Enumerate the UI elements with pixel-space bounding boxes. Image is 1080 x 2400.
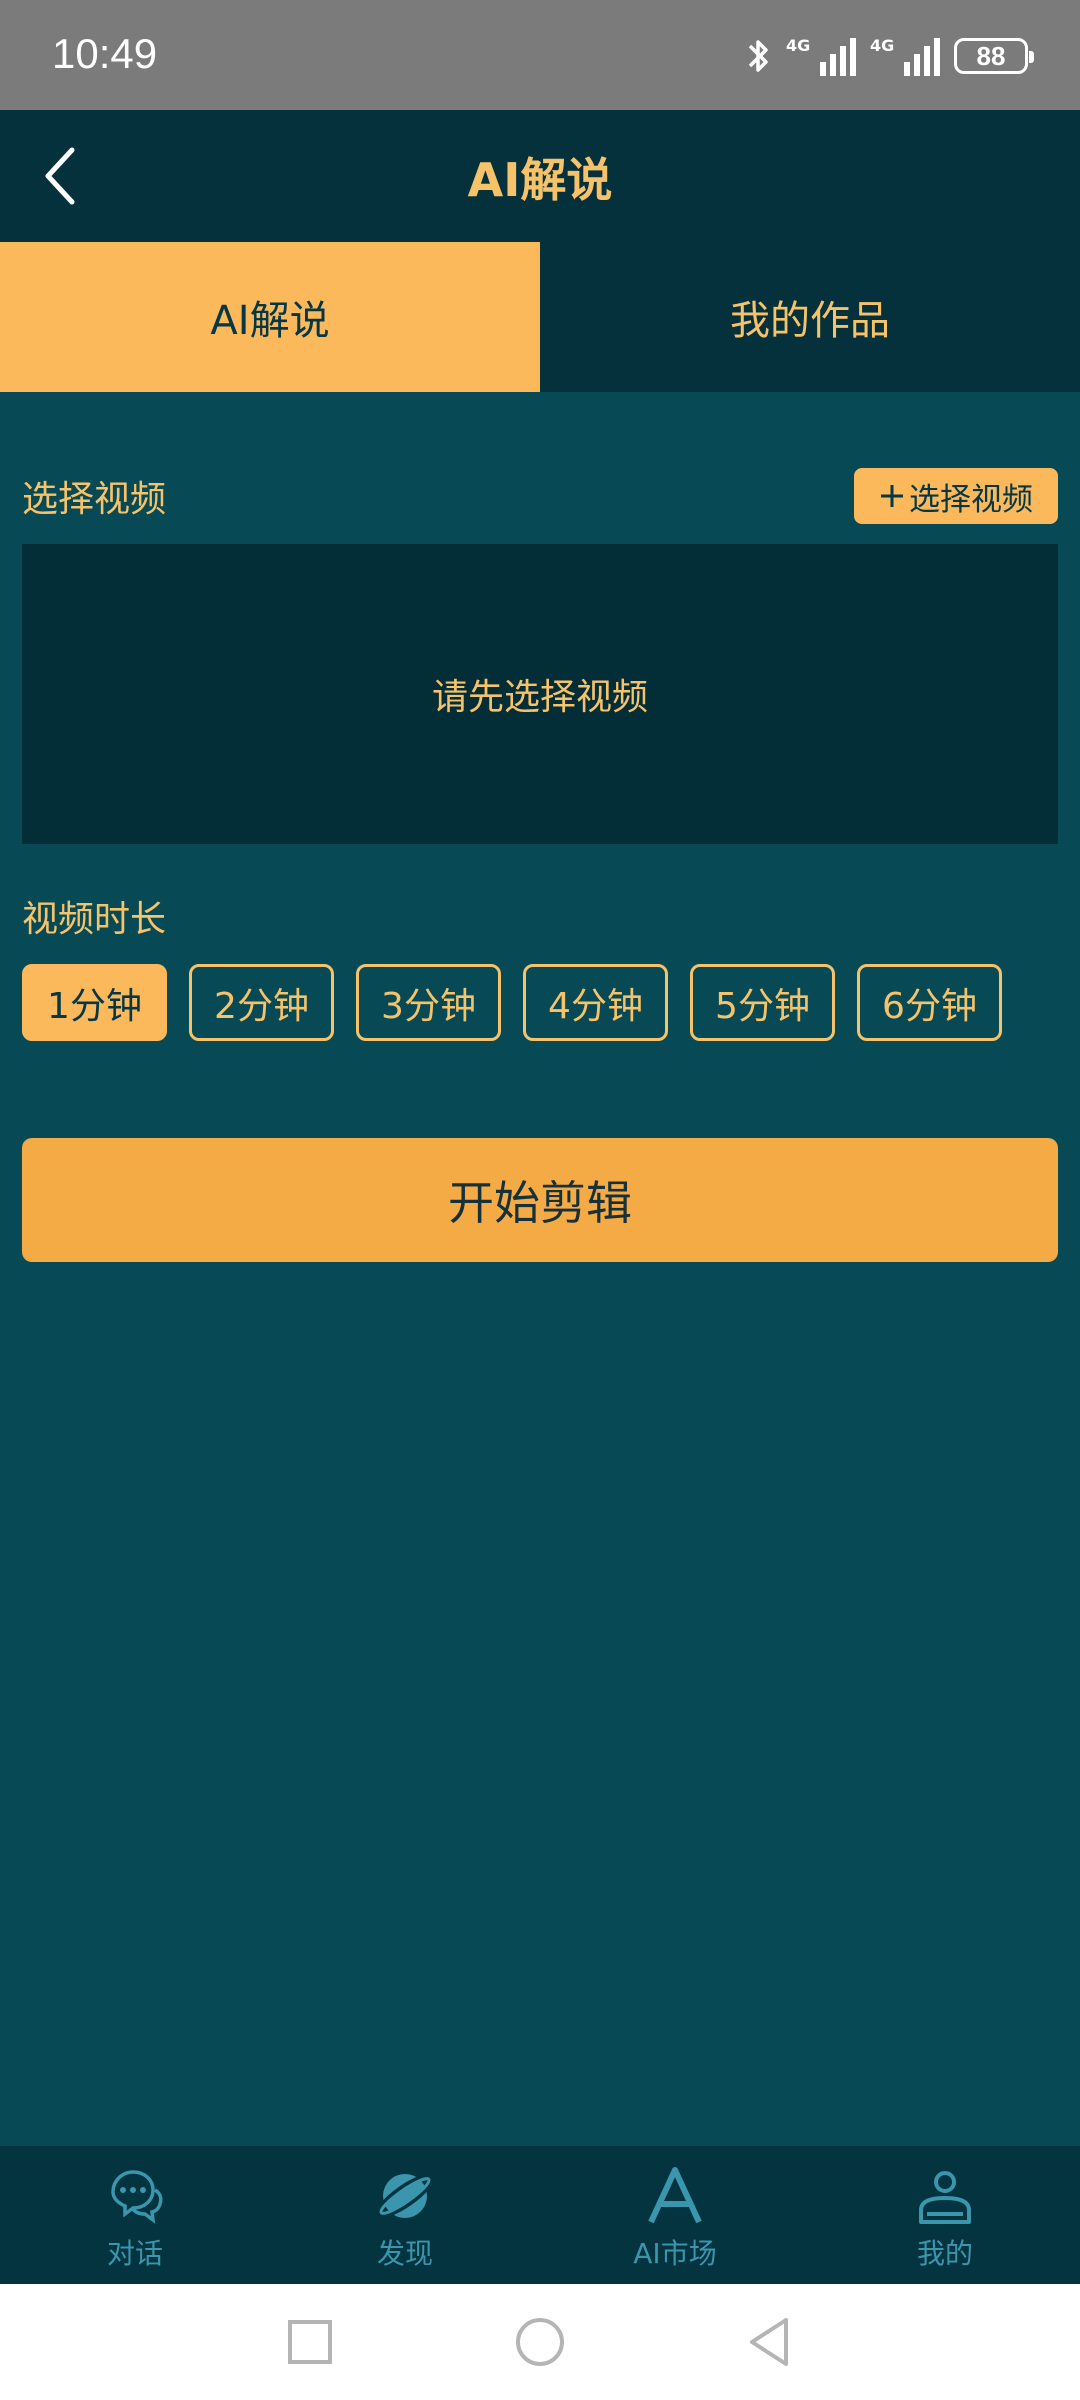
- signal-label: 4G: [870, 36, 895, 55]
- home-icon[interactable]: [512, 2314, 568, 2370]
- app-header: AI解说: [0, 110, 1080, 242]
- select-video-label: 选择视频: [22, 479, 167, 520]
- bottom-nav: 对话 发现 AI市场 我的: [0, 2146, 1080, 2284]
- duration-option-3min[interactable]: 3分钟: [356, 964, 501, 1041]
- nav-label: AI市场: [633, 2237, 717, 2270]
- select-video-button-label: 选择视频: [909, 481, 1033, 518]
- back-nav-icon[interactable]: [742, 2314, 798, 2370]
- person-icon: [919, 2171, 971, 2224]
- duration-option-6min[interactable]: 6分钟: [857, 964, 1002, 1041]
- duration-options: 1分钟 2分钟 3分钟 4分钟 5分钟 6分钟: [22, 964, 1002, 1041]
- tab-bar: AI解说 我的作品: [0, 242, 1080, 392]
- video-placeholder-text: 请先选择视频: [431, 677, 648, 718]
- nav-item-ai-market[interactable]: AI市场: [540, 2146, 810, 2284]
- status-bar: 10:49 4G 4G 88: [0, 0, 1080, 110]
- plus-icon: [881, 485, 903, 507]
- chat-bubbles-icon: [111, 2170, 163, 2224]
- battery-icon: 88: [954, 38, 1034, 74]
- status-icons: 4G 4G 88: [746, 32, 1034, 80]
- nav-label: 发现: [376, 2237, 433, 2270]
- system-nav-bar: [0, 2284, 1080, 2400]
- signal-icon: 4G: [870, 36, 940, 76]
- signal-icon: 4G: [786, 36, 856, 76]
- duration-option-4min[interactable]: 4分钟: [523, 964, 668, 1041]
- recent-apps-icon[interactable]: [282, 2314, 338, 2370]
- duration-option-1min[interactable]: 1分钟: [22, 964, 167, 1041]
- video-duration-label: 视频时长: [22, 899, 167, 940]
- nav-label: 对话: [106, 2237, 163, 2270]
- duration-option-2min[interactable]: 2分钟: [189, 964, 334, 1041]
- video-preview-area[interactable]: 请先选择视频: [22, 544, 1058, 844]
- nav-item-discover[interactable]: 发现: [270, 2146, 540, 2284]
- start-editing-button[interactable]: 开始剪辑: [22, 1138, 1058, 1262]
- letter-a-icon: [648, 2167, 702, 2224]
- tab-ai-commentary[interactable]: AI解说: [0, 242, 540, 392]
- page-title: AI解说: [467, 153, 613, 207]
- nav-label: 我的: [916, 2237, 973, 2270]
- select-video-button[interactable]: 选择视频: [854, 468, 1058, 524]
- signal-label: 4G: [786, 36, 811, 55]
- nav-item-mine[interactable]: 我的: [810, 2146, 1080, 2284]
- status-time: 10:49: [52, 30, 158, 77]
- duration-option-5min[interactable]: 5分钟: [690, 964, 835, 1041]
- battery-level: 88: [976, 40, 1006, 71]
- nav-item-chat[interactable]: 对话: [0, 2146, 270, 2284]
- bluetooth-icon: [748, 40, 768, 72]
- tab-my-works[interactable]: 我的作品: [540, 242, 1080, 392]
- planet-icon: [376, 2174, 434, 2218]
